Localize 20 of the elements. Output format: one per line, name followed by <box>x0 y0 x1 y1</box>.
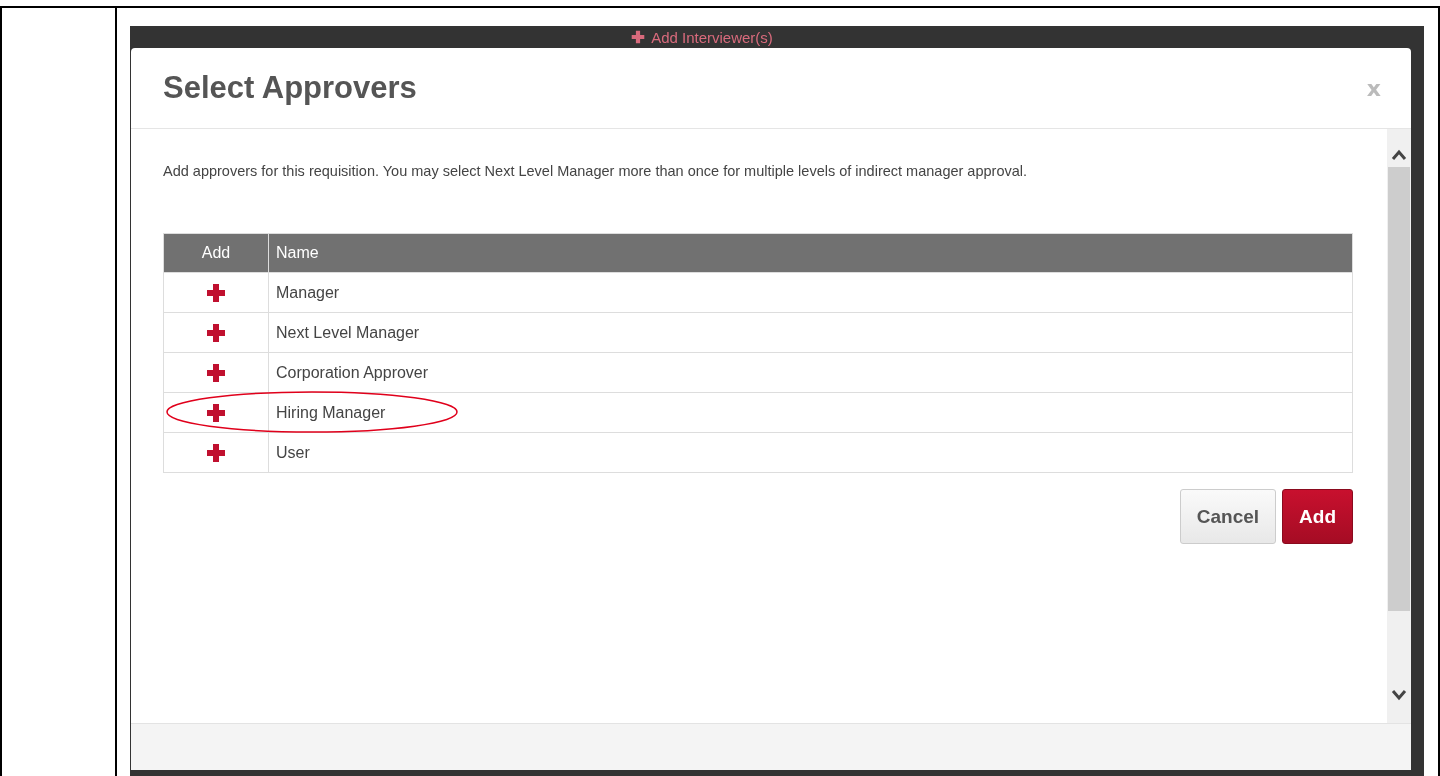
column-header: Add <box>163 233 269 273</box>
add-icon[interactable] <box>206 282 226 303</box>
table-cell: User <box>268 432 1353 473</box>
scroll-up-icon[interactable] <box>1391 149 1407 161</box>
table-cell: Hiring Manager <box>268 392 1353 433</box>
add-icon[interactable] <box>206 362 226 383</box>
add-icon[interactable] <box>206 322 226 343</box>
plus-icon <box>631 30 646 44</box>
table-cell: Next Level Manager <box>268 312 1353 353</box>
column-header: Name <box>268 233 1353 273</box>
dialog-title: Select Approvers <box>163 70 417 106</box>
scrollbar-thumb[interactable] <box>1388 167 1410 611</box>
add-button[interactable]: Add <box>1282 489 1353 544</box>
cancel-button[interactable]: Cancel <box>1179 489 1277 544</box>
add-icon[interactable] <box>206 402 226 423</box>
scrollbar[interactable] <box>1387 129 1411 723</box>
add-icon[interactable] <box>206 442 226 463</box>
table-cell: Manager <box>268 272 1353 313</box>
intro-text: Add approvers for this requisition. You may select Next Level Manager more than once for multiple levels of indirect manager approval. <box>163 163 1028 179</box>
scroll-down-icon[interactable] <box>1391 689 1407 701</box>
